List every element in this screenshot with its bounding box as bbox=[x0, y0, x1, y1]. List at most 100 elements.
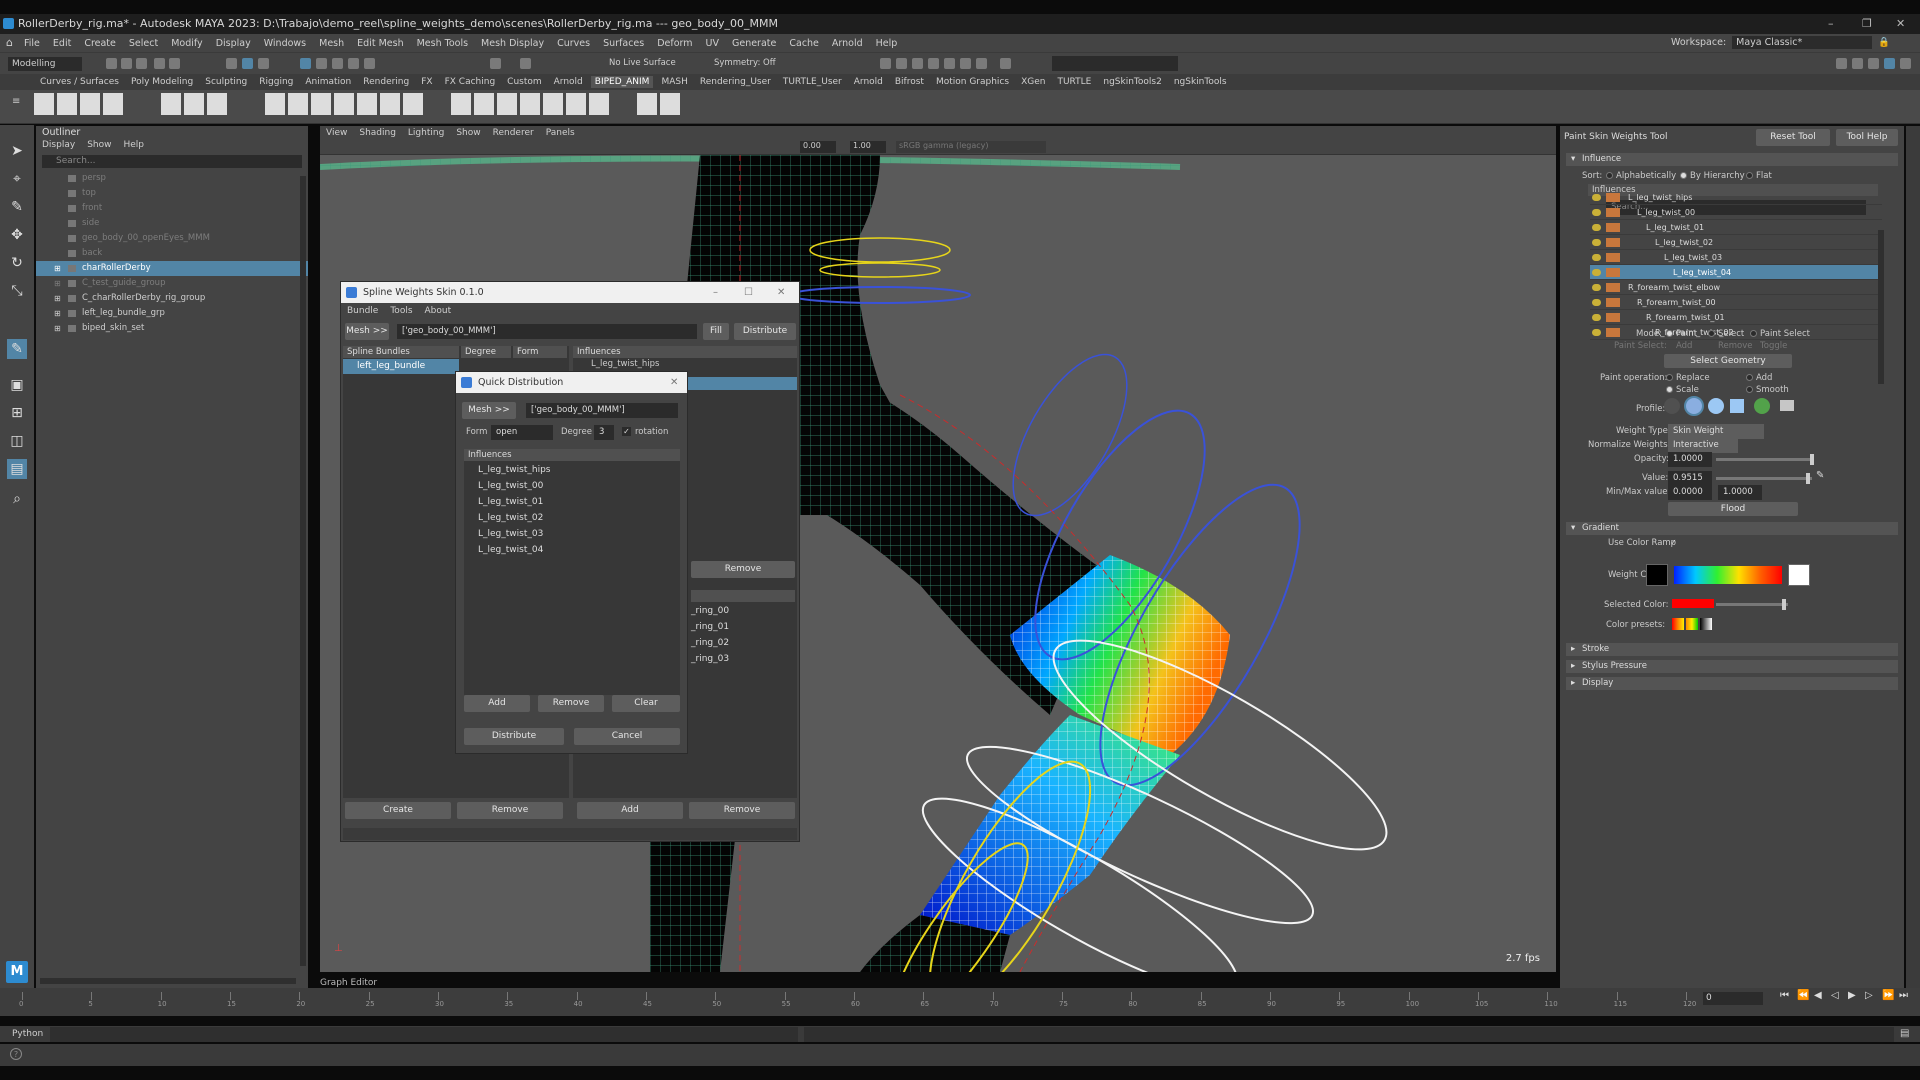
visibility-eye-icon[interactable] bbox=[1592, 284, 1601, 291]
outliner-item[interactable]: persp bbox=[36, 171, 308, 186]
live-surface-label[interactable]: No Live Surface bbox=[609, 58, 676, 68]
stroke-section[interactable]: Stroke bbox=[1566, 643, 1898, 656]
op-smooth-radio[interactable] bbox=[1746, 386, 1753, 393]
value-slider[interactable] bbox=[1716, 473, 1812, 484]
profile-soft-icon[interactable] bbox=[1684, 396, 1704, 416]
menu-windows[interactable]: Windows bbox=[264, 38, 306, 49]
vp-menu-renderer[interactable]: Renderer bbox=[493, 126, 534, 140]
vp-menu-shading[interactable]: Shading bbox=[359, 126, 396, 140]
shelf-tab-poly[interactable]: Poly Modeling bbox=[127, 76, 197, 88]
quick-influence-5[interactable]: L_leg_twist_04 bbox=[464, 543, 543, 558]
shelf-button-20[interactable] bbox=[566, 93, 586, 115]
save-scene-icon[interactable] bbox=[136, 58, 147, 69]
influence-row[interactable]: R_forearm_twist_elbow bbox=[1590, 280, 1882, 295]
shelf-tab-bifrost[interactable]: Bifrost bbox=[891, 76, 928, 88]
shelf-button-4[interactable] bbox=[103, 93, 123, 115]
spline-close-icon[interactable]: ✕ bbox=[777, 282, 785, 303]
influence-row[interactable]: L_leg_twist_04 bbox=[1590, 265, 1882, 280]
visibility-eye-icon[interactable] bbox=[1592, 329, 1601, 336]
outliner-scrollbar[interactable] bbox=[300, 176, 306, 966]
play-back-icon[interactable]: ◁ bbox=[1831, 990, 1839, 1001]
menu-help[interactable]: Help bbox=[876, 38, 898, 49]
search-tool-icon[interactable]: ⌕ bbox=[7, 489, 27, 509]
selected-color-slider-handle[interactable] bbox=[1782, 599, 1786, 610]
op-add-radio[interactable] bbox=[1746, 374, 1753, 381]
lasso-tool-icon[interactable]: ⌖ bbox=[7, 169, 27, 189]
sort-flat-radio[interactable] bbox=[1746, 172, 1753, 179]
preset-gray-swatch[interactable] bbox=[1700, 618, 1712, 630]
restore-icon[interactable]: ❐ bbox=[1862, 14, 1872, 34]
quick-clear-button[interactable]: Clear bbox=[612, 695, 680, 712]
add-influence-button[interactable]: Add bbox=[577, 802, 683, 819]
menu-deform[interactable]: Deform bbox=[657, 38, 692, 49]
lock-weights-icon[interactable] bbox=[1606, 298, 1620, 307]
shelf-tab-animation[interactable]: Animation bbox=[301, 76, 355, 88]
select-geometry-button[interactable]: Select Geometry bbox=[1664, 354, 1792, 368]
go-to-start-icon[interactable]: ⏮ bbox=[1780, 990, 1789, 1001]
vp-color-space[interactable]: sRGB gamma (legacy) bbox=[896, 141, 1046, 153]
step-back-icon[interactable]: ◀ bbox=[1814, 990, 1822, 1001]
shelf-tab-mash[interactable]: MASH bbox=[657, 76, 691, 88]
render-frame-icon[interactable] bbox=[896, 58, 907, 69]
ramp-black-swatch[interactable] bbox=[1646, 564, 1668, 586]
script-editor-icon[interactable]: ▤ bbox=[1900, 1026, 1909, 1042]
open-scene-icon[interactable] bbox=[121, 58, 132, 69]
expand-icon[interactable]: ⊞ bbox=[54, 321, 61, 336]
influence-row[interactable]: L_leg_twist_hips bbox=[1590, 190, 1882, 205]
quick-cancel-button[interactable]: Cancel bbox=[574, 728, 680, 745]
shelf-button-13[interactable] bbox=[380, 93, 400, 115]
help-icon[interactable]: ? bbox=[10, 1048, 22, 1060]
display-section[interactable]: Display bbox=[1566, 677, 1898, 690]
profile-square-icon[interactable] bbox=[1730, 399, 1744, 413]
weight-color-ramp[interactable] bbox=[1674, 566, 1782, 584]
visibility-eye-icon[interactable] bbox=[1592, 224, 1601, 231]
outliner-item[interactable]: geo_body_00_openEyes_MMM bbox=[36, 231, 308, 246]
spline-maximize-icon[interactable]: ☐ bbox=[744, 282, 753, 303]
shelf-tab-ngskintools[interactable]: ngSkinTools bbox=[1170, 76, 1231, 88]
shelf-tab-turtle[interactable]: TURTLE bbox=[1053, 76, 1095, 88]
menu-mesh-tools[interactable]: Mesh Tools bbox=[417, 38, 468, 49]
shelf-button-1[interactable] bbox=[34, 93, 54, 115]
visibility-eye-icon[interactable] bbox=[1592, 314, 1601, 321]
lock-weights-icon[interactable] bbox=[1606, 328, 1620, 337]
ring-item-2[interactable]: _ring_02 bbox=[691, 638, 729, 648]
outliner-menu-help[interactable]: Help bbox=[123, 139, 144, 152]
lock-weights-icon[interactable] bbox=[1606, 253, 1620, 262]
quick-mesh-field[interactable]: ['geo_body_00_MMM'] bbox=[526, 403, 678, 418]
influence-row[interactable]: L_leg_twist_03 bbox=[1590, 250, 1882, 265]
shelf-tab-fx-caching[interactable]: FX Caching bbox=[441, 76, 500, 88]
hypershade-icon[interactable] bbox=[944, 58, 955, 69]
close-icon[interactable]: ✕ bbox=[1896, 14, 1905, 34]
outliner-item[interactable]: ⊞ charRollerDerby bbox=[36, 261, 308, 276]
shelf-button-14[interactable] bbox=[403, 93, 423, 115]
value-slider-handle[interactable] bbox=[1806, 473, 1810, 484]
influence-section[interactable]: Influence bbox=[1566, 153, 1898, 166]
quick-influence-0[interactable]: L_leg_twist_hips bbox=[464, 463, 550, 478]
quick-influence-3[interactable]: L_leg_twist_02 bbox=[464, 511, 543, 526]
menu-arnold[interactable]: Arnold bbox=[832, 38, 863, 49]
opacity-field[interactable]: 1.0000 bbox=[1668, 452, 1712, 467]
spline-mesh-field[interactable]: ['geo_body_00_MMM'] bbox=[397, 324, 697, 339]
distribute-button[interactable]: Distribute bbox=[734, 323, 796, 340]
remove-bundle-button[interactable]: Remove bbox=[457, 802, 563, 819]
normalize-dropdown[interactable]: Interactive bbox=[1668, 438, 1738, 453]
shelf-button-15[interactable] bbox=[451, 93, 471, 115]
quick-influence-4[interactable]: L_leg_twist_03 bbox=[464, 527, 543, 542]
outliner-menu-display[interactable]: Display bbox=[42, 139, 75, 152]
scale-tool-icon[interactable]: ⤡ bbox=[7, 281, 27, 301]
pause-viewport-icon[interactable] bbox=[1000, 58, 1011, 69]
mode-select-radio[interactable] bbox=[1708, 330, 1715, 337]
outliner-item[interactable]: back bbox=[36, 246, 308, 261]
lock-weights-icon[interactable] bbox=[1606, 223, 1620, 232]
paint-select-remove[interactable]: Remove bbox=[1718, 341, 1753, 351]
ipr-render-icon[interactable] bbox=[912, 58, 923, 69]
new-scene-icon[interactable] bbox=[106, 58, 117, 69]
op-scale-radio[interactable] bbox=[1666, 386, 1673, 393]
menu-mesh[interactable]: Mesh bbox=[319, 38, 344, 49]
minimize-icon[interactable]: – bbox=[1828, 14, 1834, 34]
profile-image-icon[interactable] bbox=[1754, 398, 1770, 414]
step-back-key-icon[interactable]: ⏪ bbox=[1797, 990, 1809, 1001]
quick-add-button[interactable]: Add bbox=[464, 695, 530, 712]
spline-mesh-button[interactable]: Mesh >> bbox=[345, 323, 389, 340]
mode-paint-radio[interactable] bbox=[1666, 330, 1673, 337]
